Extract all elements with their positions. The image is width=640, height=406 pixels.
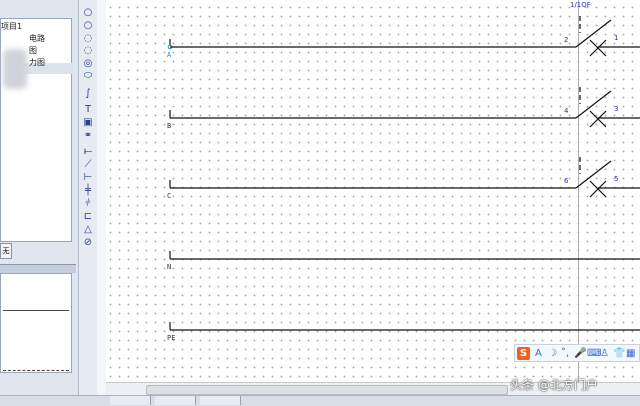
watermark: 头条 @北方门户 <box>510 378 598 392</box>
circle-icon[interactable]: ○ <box>82 7 94 19</box>
sheet-tab[interactable] <box>110 396 151 405</box>
preview-line <box>3 310 69 311</box>
terminal-label: C <box>167 192 171 200</box>
contact-number-left: 2 <box>564 36 568 44</box>
schematic-svg: A 2 1 B 4 3 C 6 5 N PE 1/1QF <box>167 1 640 342</box>
contact-number-right: 5 <box>614 175 618 183</box>
ime-item[interactable]: ˚, <box>561 347 569 360</box>
blurred-region <box>3 49 27 89</box>
palette-gutter <box>97 0 106 405</box>
drawing-canvas[interactable]: A 2 1 B 4 3 C 6 5 N PE 1/1QF <box>106 0 640 382</box>
preview-titlebar <box>0 264 76 273</box>
terminal-label: N <box>167 263 171 271</box>
ime-toolbar[interactable]: S A ☽ ˚, 🎤 ⌨ ♙ 👕 ▦ <box>514 344 640 362</box>
contact-number-right: 3 <box>614 105 618 113</box>
ime-item[interactable]: ☽ <box>548 347 557 360</box>
tool-palette: ○ ○ ◌ ◌ ◎ ⬭ ∫ T ▣ ⚭ ⟝ ⟋ ⊢ ╪ ⫩ ⊏ △ ⊘ <box>78 0 98 405</box>
sheet-tab[interactable] <box>155 396 196 405</box>
panel-tab[interactable]: 无 <box>0 243 12 259</box>
link-icon[interactable]: ⚭ <box>82 130 94 142</box>
arc-icon[interactable]: ◌ <box>82 33 94 45</box>
ime-item[interactable]: A <box>535 347 542 360</box>
text-icon[interactable]: T <box>82 104 94 116</box>
wire-icon[interactable]: ⟝ <box>82 146 94 158</box>
mic-icon[interactable]: 🎤 <box>574 347 586 360</box>
sheet-tab[interactable] <box>200 396 241 405</box>
project-tree: 项目1 电路 图 力图 <box>0 18 73 242</box>
circle-icon[interactable]: ○ <box>82 20 94 32</box>
bracket-icon[interactable]: ⊏ <box>82 211 94 223</box>
spiral-icon[interactable]: ◎ <box>82 58 94 70</box>
multi-wire-icon[interactable]: ⫩ <box>82 198 94 210</box>
grid-icon[interactable]: ▦ <box>626 347 635 360</box>
ime-logo-icon[interactable]: S <box>517 347 530 360</box>
contact-number-right: 1 <box>614 34 618 42</box>
preview-dashed-line <box>3 370 69 371</box>
triangle-icon[interactable]: △ <box>82 224 94 236</box>
contact-number-left: 4 <box>564 107 569 115</box>
preview-pane <box>0 273 72 373</box>
contact-number-left: 6 <box>564 177 569 185</box>
probe-icon[interactable]: ⊘ <box>82 237 94 249</box>
terminal-label: PE <box>167 334 175 342</box>
bus-icon[interactable]: ╪ <box>82 185 94 197</box>
project-panel: 项目1 电路 图 力图 无 <box>0 0 78 405</box>
curve-icon[interactable]: ∫ <box>82 88 94 100</box>
tree-item-diagram[interactable]: 图 <box>29 46 37 56</box>
ellipse-icon[interactable]: ⬭ <box>82 70 94 82</box>
arc-icon[interactable]: ◌ <box>82 45 94 57</box>
device-label: 1/1QF <box>570 1 591 9</box>
tree-item-circuit[interactable]: 电路 <box>29 34 45 44</box>
status-bar <box>0 395 640 406</box>
terminal-label: A <box>167 51 172 59</box>
image-icon[interactable]: ▣ <box>82 117 94 129</box>
diagonal-wire-icon[interactable]: ⟋ <box>82 159 94 171</box>
terminal-label: B <box>167 122 171 130</box>
tree-item-power-diagram[interactable]: 力图 <box>29 58 45 68</box>
terminal-icon[interactable]: ⊢ <box>82 172 94 184</box>
shirt-icon[interactable]: 👕 <box>613 347 625 360</box>
scrollbar-thumb[interactable] <box>146 385 508 395</box>
person-icon[interactable]: ♙ <box>600 347 609 360</box>
tree-item-project[interactable]: 项目1 <box>1 22 22 32</box>
